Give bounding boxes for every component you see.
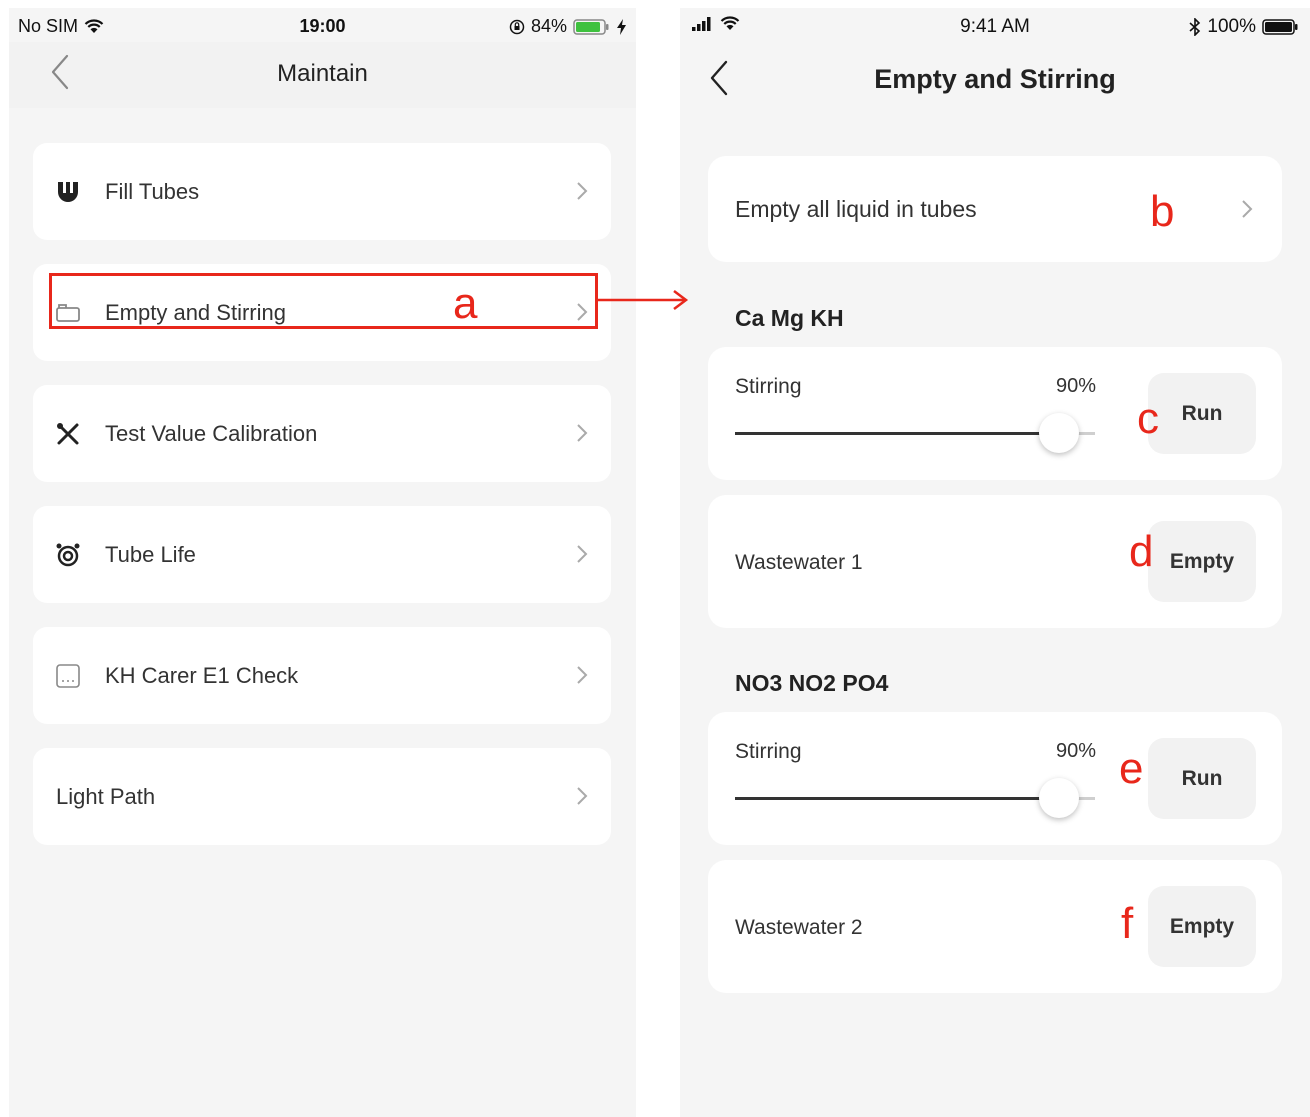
tube-life-icon [56, 543, 80, 567]
page-title: Maintain [277, 60, 368, 87]
menu-item-fill-tubes[interactable]: Fill Tubes [33, 143, 611, 240]
page-title: Empty and Stirring [874, 64, 1116, 94]
annotation-arrow [598, 290, 689, 310]
chevron-right-icon [577, 545, 588, 563]
battery-icon [573, 18, 609, 35]
maintain-screen: No SIM 19:00 84% Maintain Fill Tubes Emp… [9, 8, 636, 1117]
run-button[interactable]: Run [1148, 373, 1256, 454]
menu-item-light-path[interactable]: Light Path [33, 748, 611, 845]
battery-percent: 84% [530, 16, 567, 36]
annotation-label-d: d [1129, 527, 1154, 576]
menu-item-label: Fill Tubes [105, 179, 200, 204]
annotation-label-b: b [1150, 187, 1175, 236]
stirring-percent: 90% [1055, 740, 1096, 762]
stirring-label: Stirring [735, 375, 802, 398]
stirring-slider[interactable] [735, 778, 1095, 818]
menu-item-label: Test Value Calibration [105, 421, 318, 446]
chevron-right-icon [1242, 200, 1253, 218]
message-icon [56, 664, 80, 688]
empty-and-stirring-screen: 9:41 AM 100% Empty and Stirring Empty al… [680, 8, 1310, 1117]
stirring-label: Stirring [735, 740, 802, 763]
tools-icon [57, 423, 79, 445]
annotation-label-a: a [453, 279, 478, 328]
battery-percent: 100% [1207, 16, 1256, 37]
menu-item-test-value-calibration[interactable]: Test Value Calibration [33, 385, 611, 482]
battery-icon [1262, 19, 1298, 35]
annotation-label-f: f [1121, 899, 1134, 948]
chevron-right-icon [577, 787, 588, 805]
orientation-lock-icon [509, 19, 525, 34]
menu-item-label: KH Carer E1 Check [105, 663, 299, 688]
stirring-card: Stirring 90% Run [708, 347, 1282, 480]
annotation-highlight-box [49, 273, 598, 329]
stirring-card: Stirring 90% Run [708, 712, 1282, 845]
empty-button[interactable]: Empty [1148, 521, 1256, 602]
wastewater-card: Wastewater 1 Empty [708, 495, 1282, 628]
chevron-right-icon [577, 182, 588, 200]
empty-button[interactable]: Empty [1148, 886, 1256, 967]
section-title: NO3 NO2 PO4 [735, 670, 889, 696]
chevron-right-icon [577, 666, 588, 684]
section-title: Ca Mg KH [735, 305, 844, 331]
slider-thumb[interactable] [1039, 778, 1079, 818]
status-bar: No SIM 19:00 84% [9, 8, 636, 42]
bluetooth-icon [1189, 18, 1201, 36]
empty-all-liquid-row[interactable]: Empty all liquid in tubes [708, 156, 1282, 262]
charging-icon [617, 18, 626, 35]
fill-tubes-icon [58, 182, 78, 202]
menu-item-tube-life[interactable]: Tube Life [33, 506, 611, 603]
wastewater-label: Wastewater 1 [735, 551, 863, 574]
slider-fill [735, 797, 1059, 800]
navigation-bar: Empty and Stirring [680, 42, 1310, 108]
chevron-right-icon [577, 424, 588, 442]
navigation-bar: Maintain [9, 42, 636, 108]
stirring-slider[interactable] [735, 413, 1095, 453]
stirring-percent: 90% [1055, 375, 1096, 397]
run-button[interactable]: Run [1148, 738, 1256, 819]
wastewater-card: Wastewater 2 Empty [708, 860, 1282, 993]
menu-item-kh-carer-e1-check[interactable]: KH Carer E1 Check [33, 627, 611, 724]
menu-item-label: Tube Life [105, 542, 196, 567]
annotation-label-c: c [1137, 394, 1159, 443]
slider-thumb[interactable] [1039, 413, 1079, 453]
wastewater-label: Wastewater 2 [735, 916, 863, 939]
menu-item-label: Light Path [56, 784, 156, 809]
status-bar: 9:41 AM 100% [680, 8, 1310, 42]
empty-all-label: Empty all liquid in tubes [735, 196, 977, 222]
annotation-label-e: e [1119, 744, 1144, 793]
slider-fill [735, 432, 1059, 435]
